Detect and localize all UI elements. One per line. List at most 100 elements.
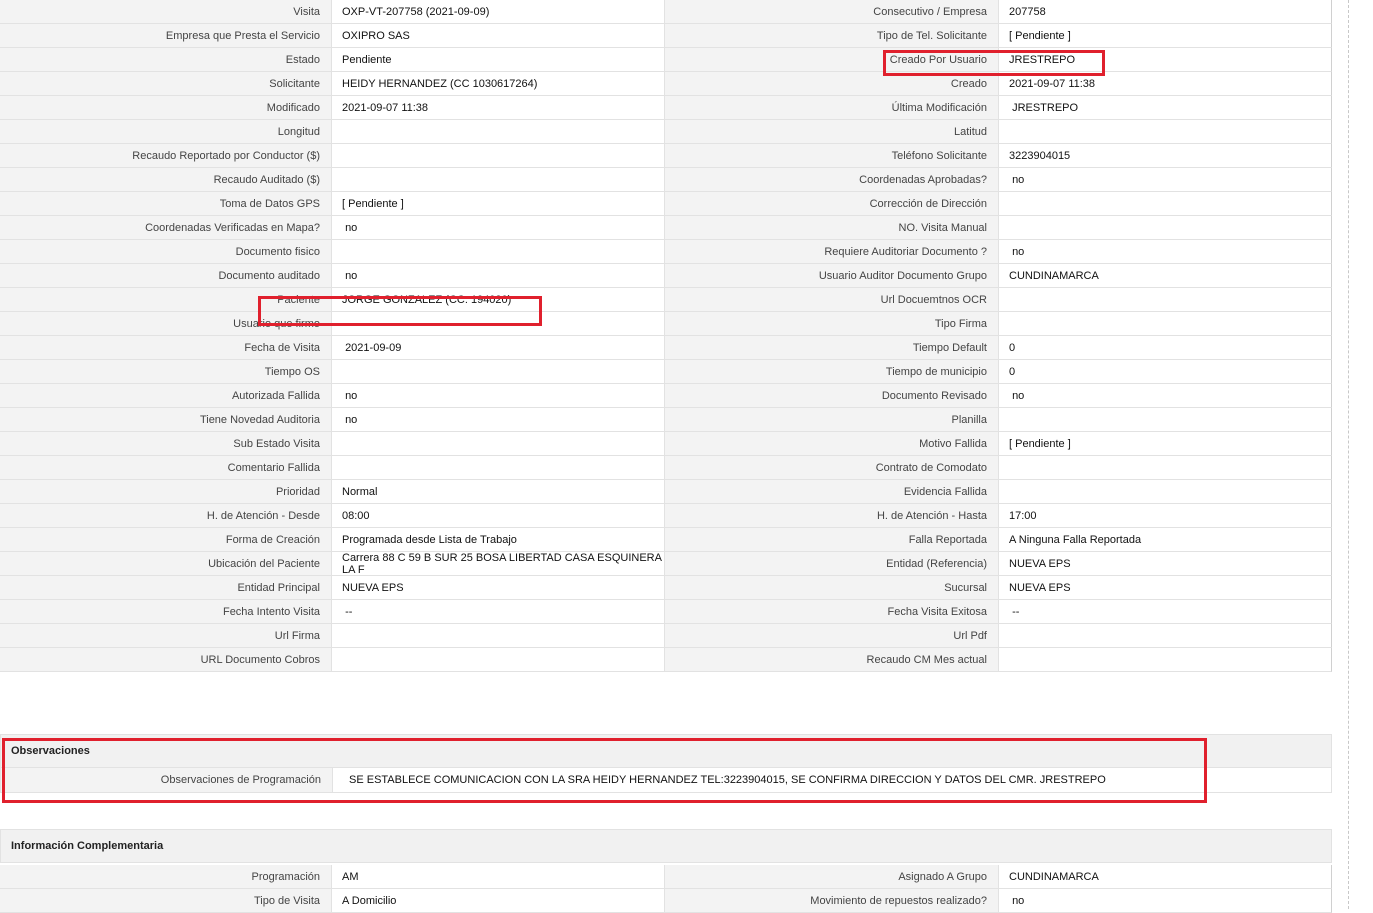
tiempo-de-municipio-value: 0 [999, 360, 1332, 384]
complementaria-section-title: Información Complementaria [0, 829, 1332, 863]
url-docuemtnos-ocr-value [999, 288, 1332, 312]
asignado-a-grupo-value: CUNDINAMARCA [999, 865, 1332, 889]
usuario-que-firmo-value [332, 312, 665, 336]
planilla-label: Planilla [665, 408, 999, 432]
entidad-principal-label: Entidad Principal [0, 576, 332, 600]
complementaria-panel: Programación AM Asignado A Grupo CUNDINAMAR… [0, 865, 1332, 913]
tiene-novedad-auditoria-value: no [332, 408, 665, 432]
comentario-fallida-label: Comentario Fallida [0, 456, 332, 480]
fecha-de-visita-value: 2021-09-09 [332, 336, 665, 360]
fecha-intento-visita-value: -- [332, 600, 665, 624]
prioridad-label: Prioridad [0, 480, 332, 504]
h-de-atencion-desde-value: 08:00 [332, 504, 665, 528]
documento-auditado-label: Documento auditado [0, 264, 332, 288]
url-firma-value [332, 624, 665, 648]
recaudo-reportado-por-conductor-value [332, 144, 665, 168]
tipo-de-visita-label: Tipo de Visita [0, 889, 332, 913]
tipo-de-visita-value: A Domicilio [332, 889, 665, 913]
no-visita-manual-value [999, 216, 1332, 240]
solicitante-label: Solicitante [0, 72, 332, 96]
planilla-value [999, 408, 1332, 432]
latitud-label: Latitud [665, 120, 999, 144]
tipo-de-tel-solicitante-label: Tipo de Tel. Solicitante [665, 24, 999, 48]
asignado-a-grupo-label: Asignado A Grupo [665, 865, 999, 889]
sucursal-value: NUEVA EPS [999, 576, 1332, 600]
observaciones-label: Observaciones de Programación [1, 768, 333, 792]
ultima-modificacion-value: JRESTREPO [999, 96, 1332, 120]
visita-label: Visita [0, 0, 332, 24]
forma-de-creacion-value: Programada desde Lista de Trabajo [332, 528, 665, 552]
url-docuemtnos-ocr-label: Url Docuemtnos OCR [665, 288, 999, 312]
coordenadas-verificadas-en-mapa-label: Coordenadas Verificadas en Mapa? [0, 216, 332, 240]
programacion-label: Programación [0, 865, 332, 889]
longitud-label: Longitud [0, 120, 332, 144]
documento-revisado-value: no [999, 384, 1332, 408]
creado-por-usuario-value: JRESTREPO [999, 48, 1332, 72]
forma-de-creacion-label: Forma de Creación [0, 528, 332, 552]
tiene-novedad-auditoria-label: Tiene Novedad Auditoria [0, 408, 332, 432]
sucursal-label: Sucursal [665, 576, 999, 600]
toma-de-datos-gps-value: [ Pendiente ] [332, 192, 665, 216]
documento-auditado-value: no [332, 264, 665, 288]
url-firma-label: Url Firma [0, 624, 332, 648]
fecha-visita-exitosa-value: -- [999, 600, 1332, 624]
solicitante-value: HEIDY HERNANDEZ (CC 1030617264) [332, 72, 665, 96]
coordenadas-aprobadas-value: no [999, 168, 1332, 192]
url-pdf-value [999, 624, 1332, 648]
evidencia-fallida-label: Evidencia Fallida [665, 480, 999, 504]
requiere-auditoriar-documento-value: no [999, 240, 1332, 264]
usuario-auditor-documento-grupo-label: Usuario Auditor Documento Grupo [665, 264, 999, 288]
creado-por-usuario-label: Creado Por Usuario [665, 48, 999, 72]
creado-label: Creado [665, 72, 999, 96]
ubicacion-del-paciente-label: Ubicación del Paciente [0, 552, 332, 576]
sub-estado-visita-label: Sub Estado Visita [0, 432, 332, 456]
observaciones-value: SE ESTABLECE COMUNICACION CON LA SRA HEI… [333, 768, 1331, 792]
recaudo-cm-mes-actual-label: Recaudo CM Mes actual [665, 648, 999, 672]
h-de-atencion-hasta-label: H. de Atención - Hasta [665, 504, 999, 528]
telefono-solicitante-value: 3223904015 [999, 144, 1332, 168]
coordenadas-verificadas-en-mapa-value: no [332, 216, 665, 240]
comentario-fallida-value [332, 456, 665, 480]
estado-label: Estado [0, 48, 332, 72]
dashed-divider [1348, 0, 1349, 909]
autorizada-fallida-label: Autorizada Fallida [0, 384, 332, 408]
tipo-firma-value [999, 312, 1332, 336]
prioridad-value: Normal [332, 480, 665, 504]
ubicacion-del-paciente-value: Carrera 88 C 59 B SUR 25 BOSA LIBERTAD C… [332, 552, 665, 576]
longitud-value [332, 120, 665, 144]
tiempo-default-label: Tiempo Default [665, 336, 999, 360]
h-de-atencion-desde-label: H. de Atención - Desde [0, 504, 332, 528]
modificado-label: Modificado [0, 96, 332, 120]
modificado-value: 2021-09-07 11:38 [332, 96, 665, 120]
entidad-principal-value: NUEVA EPS [332, 576, 665, 600]
observaciones-row: Observaciones de Programación SE ESTABLE… [0, 768, 1332, 793]
recaudo-reportado-por-conductor-label: Recaudo Reportado por Conductor ($) [0, 144, 332, 168]
motivo-fallida-value: [ Pendiente ] [999, 432, 1332, 456]
contrato-de-comodato-label: Contrato de Comodato [665, 456, 999, 480]
consecutivo-empresa-label: Consecutivo / Empresa [665, 0, 999, 24]
coordenadas-aprobadas-label: Coordenadas Aprobadas? [665, 168, 999, 192]
tiempo-default-value: 0 [999, 336, 1332, 360]
entidad-referencia-label: Entidad (Referencia) [665, 552, 999, 576]
sub-estado-visita-value [332, 432, 665, 456]
documento-revisado-label: Documento Revisado [665, 384, 999, 408]
movimiento-de-repuestos-realizado-value: no [999, 889, 1332, 913]
autorizada-fallida-value: no [332, 384, 665, 408]
tipo-firma-label: Tipo Firma [665, 312, 999, 336]
evidencia-fallida-value [999, 480, 1332, 504]
falla-reportada-value: A Ninguna Falla Reportada [999, 528, 1332, 552]
ultima-modificacion-label: Última Modificación [665, 96, 999, 120]
fecha-de-visita-label: Fecha de Visita [0, 336, 332, 360]
movimiento-de-repuestos-realizado-label: Movimiento de repuestos realizado? [665, 889, 999, 913]
tiempo-de-municipio-label: Tiempo de municipio [665, 360, 999, 384]
consecutivo-empresa-value: 207758 [999, 0, 1332, 24]
url-documento-cobros-label: URL Documento Cobros [0, 648, 332, 672]
paciente-value: JORGE GONZALEZ (CC: 194020) [332, 288, 665, 312]
recaudo-auditado-label: Recaudo Auditado ($) [0, 168, 332, 192]
observaciones-section-title: Observaciones [0, 734, 1332, 768]
visita-value: OXP-VT-207758 (2021-09-09) [332, 0, 665, 24]
usuario-auditor-documento-grupo-value: CUNDINAMARCA [999, 264, 1332, 288]
tipo-de-tel-solicitante-value: [ Pendiente ] [999, 24, 1332, 48]
tiempo-os-label: Tiempo OS [0, 360, 332, 384]
toma-de-datos-gps-label: Toma de Datos GPS [0, 192, 332, 216]
